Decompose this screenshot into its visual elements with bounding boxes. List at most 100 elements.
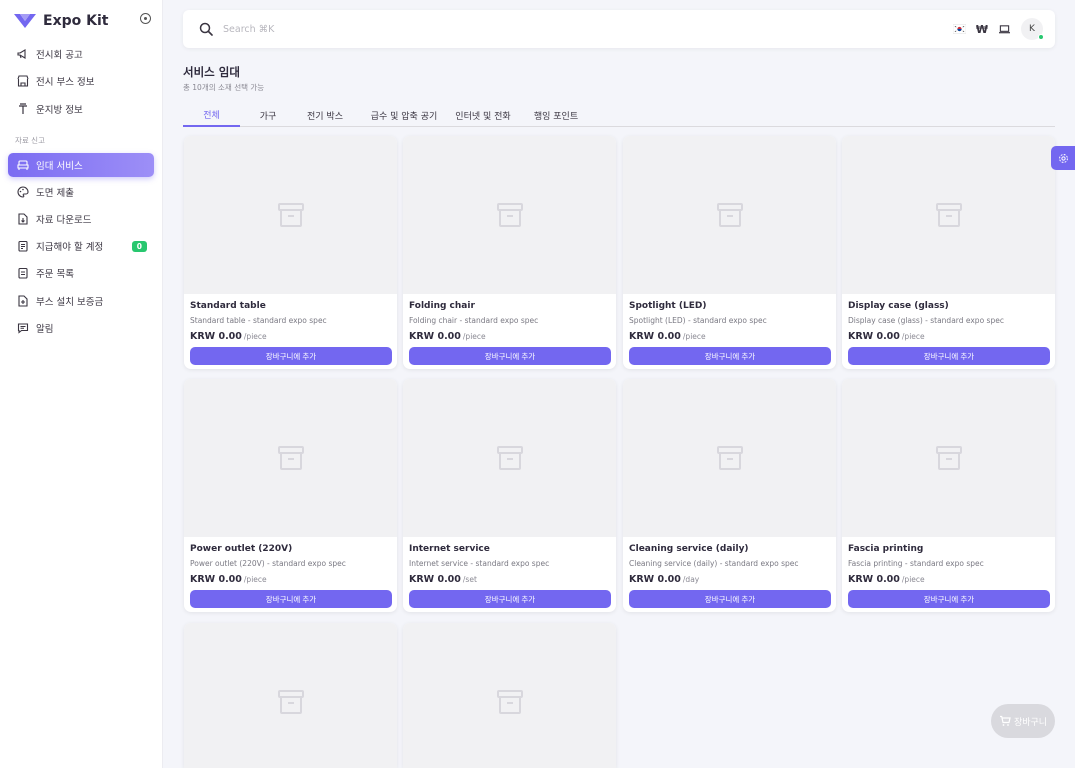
product-price: KRW 0.00/piece — [629, 331, 706, 342]
currency-icon[interactable]: ₩ — [975, 22, 989, 36]
sidebar-item-booth-deposit[interactable]: 부스 설치 보증금 — [8, 289, 154, 313]
product-price: KRW 0.00/piece — [848, 331, 925, 342]
add-to-cart-button[interactable]: 장바구니에 추가 — [848, 590, 1050, 608]
sidebar-section-label: 자료 신고 — [15, 136, 45, 145]
product-name: Cleaning service (daily) — [629, 544, 749, 554]
product-description: Spotlight (LED) - standard expo spec — [629, 316, 767, 325]
add-to-cart-button[interactable]: 장바구니에 추가 — [190, 347, 392, 365]
product-description: Internet service - standard expo spec — [409, 559, 550, 568]
laptop-icon[interactable] — [997, 22, 1011, 36]
price-unit: /piece — [682, 332, 706, 341]
product-image — [184, 379, 397, 537]
product-name: Standard table — [190, 301, 266, 311]
product-card: Power outlet (220V) Power outlet (220V) … — [184, 379, 397, 612]
product-name: Power outlet (220V) — [190, 544, 293, 554]
archive-icon — [935, 203, 962, 227]
archive-icon — [935, 446, 962, 470]
tab-water-air[interactable]: 급수 및 압축 공기 — [362, 103, 446, 127]
product-price: KRW 0.00/day — [629, 574, 700, 585]
cart-label: 장바구니 — [1013, 717, 1048, 728]
product-name: Spotlight (LED) — [629, 301, 707, 311]
sidebar-item-payable-accounts[interactable]: 지급해야 할 계정 0 — [8, 234, 154, 258]
sidebar-item-drawing-submission[interactable]: 도면 제출 — [8, 180, 154, 204]
price-unit: /piece — [243, 332, 267, 341]
add-to-cart-button[interactable]: 장바구니에 추가 — [409, 347, 611, 365]
product-image — [184, 136, 397, 294]
cart-button[interactable]: 장바구니 — [991, 704, 1055, 738]
brand[interactable]: Expo Kit — [13, 10, 158, 32]
product-name: Display case (glass) — [848, 301, 949, 311]
add-to-cart-button[interactable]: 장바구니에 추가 — [629, 347, 831, 365]
product-name: Fascia printing — [848, 544, 924, 554]
product-image — [184, 623, 397, 768]
sidebar-item-exhibition-notice[interactable]: 전시회 공고 — [8, 42, 154, 66]
file-deposit-icon — [16, 295, 29, 308]
product-card: Display case (glass) Display case (glass… — [842, 136, 1055, 369]
product-card: Cleaning service (daily) Cleaning servic… — [623, 379, 836, 612]
product-image — [842, 136, 1055, 294]
sidebar-item-label: 지급해야 할 계정 — [36, 242, 104, 253]
tab-electric-box[interactable]: 전기 박스 — [301, 103, 349, 127]
product-name: Folding chair — [409, 301, 475, 311]
product-price: KRW 0.00/piece — [848, 574, 925, 585]
product-card: Spotlight (LED) Spotlight (LED) - standa… — [623, 136, 836, 369]
product-price: KRW 0.00/piece — [190, 574, 267, 585]
count-badge: 0 — [131, 240, 147, 252]
sidebar-item-label: 운지방 정보 — [36, 105, 83, 116]
product-image — [842, 379, 1055, 537]
page-title: 서비스 임대 — [183, 65, 240, 79]
search-icon[interactable] — [199, 22, 213, 36]
sidebar-item-data-download[interactable]: 자료 다운로드 — [8, 207, 154, 231]
add-to-cart-button[interactable]: 장바구니에 추가 — [190, 590, 392, 608]
product-image — [623, 136, 836, 294]
sidebar-toggle-icon[interactable] — [140, 13, 151, 24]
add-to-cart-button[interactable]: 장바구니에 추가 — [409, 590, 611, 608]
add-to-cart-button[interactable]: 장바구니에 추가 — [848, 347, 1050, 365]
product-name: Internet service — [409, 544, 490, 554]
product-description: Fascia printing - standard expo spec — [848, 559, 984, 568]
sidebar-item-order-list[interactable]: 주문 목록 — [8, 261, 154, 285]
message-icon — [16, 322, 29, 335]
sidebar: Expo Kit 전시회 공고 전시 부스 정보 운지방 정보 자료 신고 임대… — [0, 0, 163, 768]
archive-icon — [277, 203, 304, 227]
archive-icon — [496, 446, 523, 470]
product-image — [403, 136, 616, 294]
search-input[interactable] — [223, 19, 523, 39]
price-unit: /day — [682, 575, 700, 584]
cart-icon — [999, 715, 1011, 726]
product-description: Power outlet (220V) - standard expo spec — [190, 559, 346, 568]
product-card: Standard table Standard table - standard… — [184, 136, 397, 369]
korea-flag-icon[interactable] — [952, 22, 966, 36]
tab-furniture[interactable]: 가구 — [249, 103, 287, 127]
sidebar-item-booth-info[interactable]: 전시 부스 정보 — [8, 69, 154, 93]
sidebar-item-rental-service[interactable]: 임대 서비스 — [8, 153, 154, 177]
customizer-button[interactable] — [1051, 146, 1075, 170]
sidebar-item-label: 주문 목록 — [36, 269, 74, 280]
archive-icon — [496, 690, 523, 714]
product-price: KRW 0.00/piece — [190, 331, 267, 342]
palette-icon — [16, 186, 29, 199]
sidebar-item-notifications[interactable]: 알림 — [8, 316, 154, 340]
avatar[interactable]: K — [1021, 18, 1044, 40]
archive-icon — [496, 203, 523, 227]
add-to-cart-button[interactable]: 장바구니에 추가 — [629, 590, 831, 608]
pin-icon — [16, 103, 29, 116]
status-dot — [1038, 34, 1044, 40]
archive-icon — [277, 690, 304, 714]
product-image — [403, 623, 616, 768]
sidebar-item-location-info[interactable]: 운지방 정보 — [8, 97, 154, 121]
product-description: Standard table - standard expo spec — [190, 316, 327, 325]
sidebar-item-label: 자료 다운로드 — [36, 215, 92, 226]
product-card — [403, 623, 616, 768]
tab-hanging-point[interactable]: 행잉 포인트 — [529, 103, 583, 127]
tab-internet-phone[interactable]: 인터넷 및 전화 — [452, 103, 514, 127]
armchair-icon — [16, 159, 29, 172]
product-image — [623, 379, 836, 537]
product-card: Internet service Internet service - stan… — [403, 379, 616, 612]
avatar-initial: K — [1029, 24, 1035, 34]
sidebar-item-label: 도면 제출 — [36, 188, 74, 199]
tab-all[interactable]: 전체 — [183, 103, 240, 127]
gear-icon — [1058, 153, 1068, 163]
archive-icon — [716, 446, 743, 470]
file-download-icon — [16, 213, 29, 226]
